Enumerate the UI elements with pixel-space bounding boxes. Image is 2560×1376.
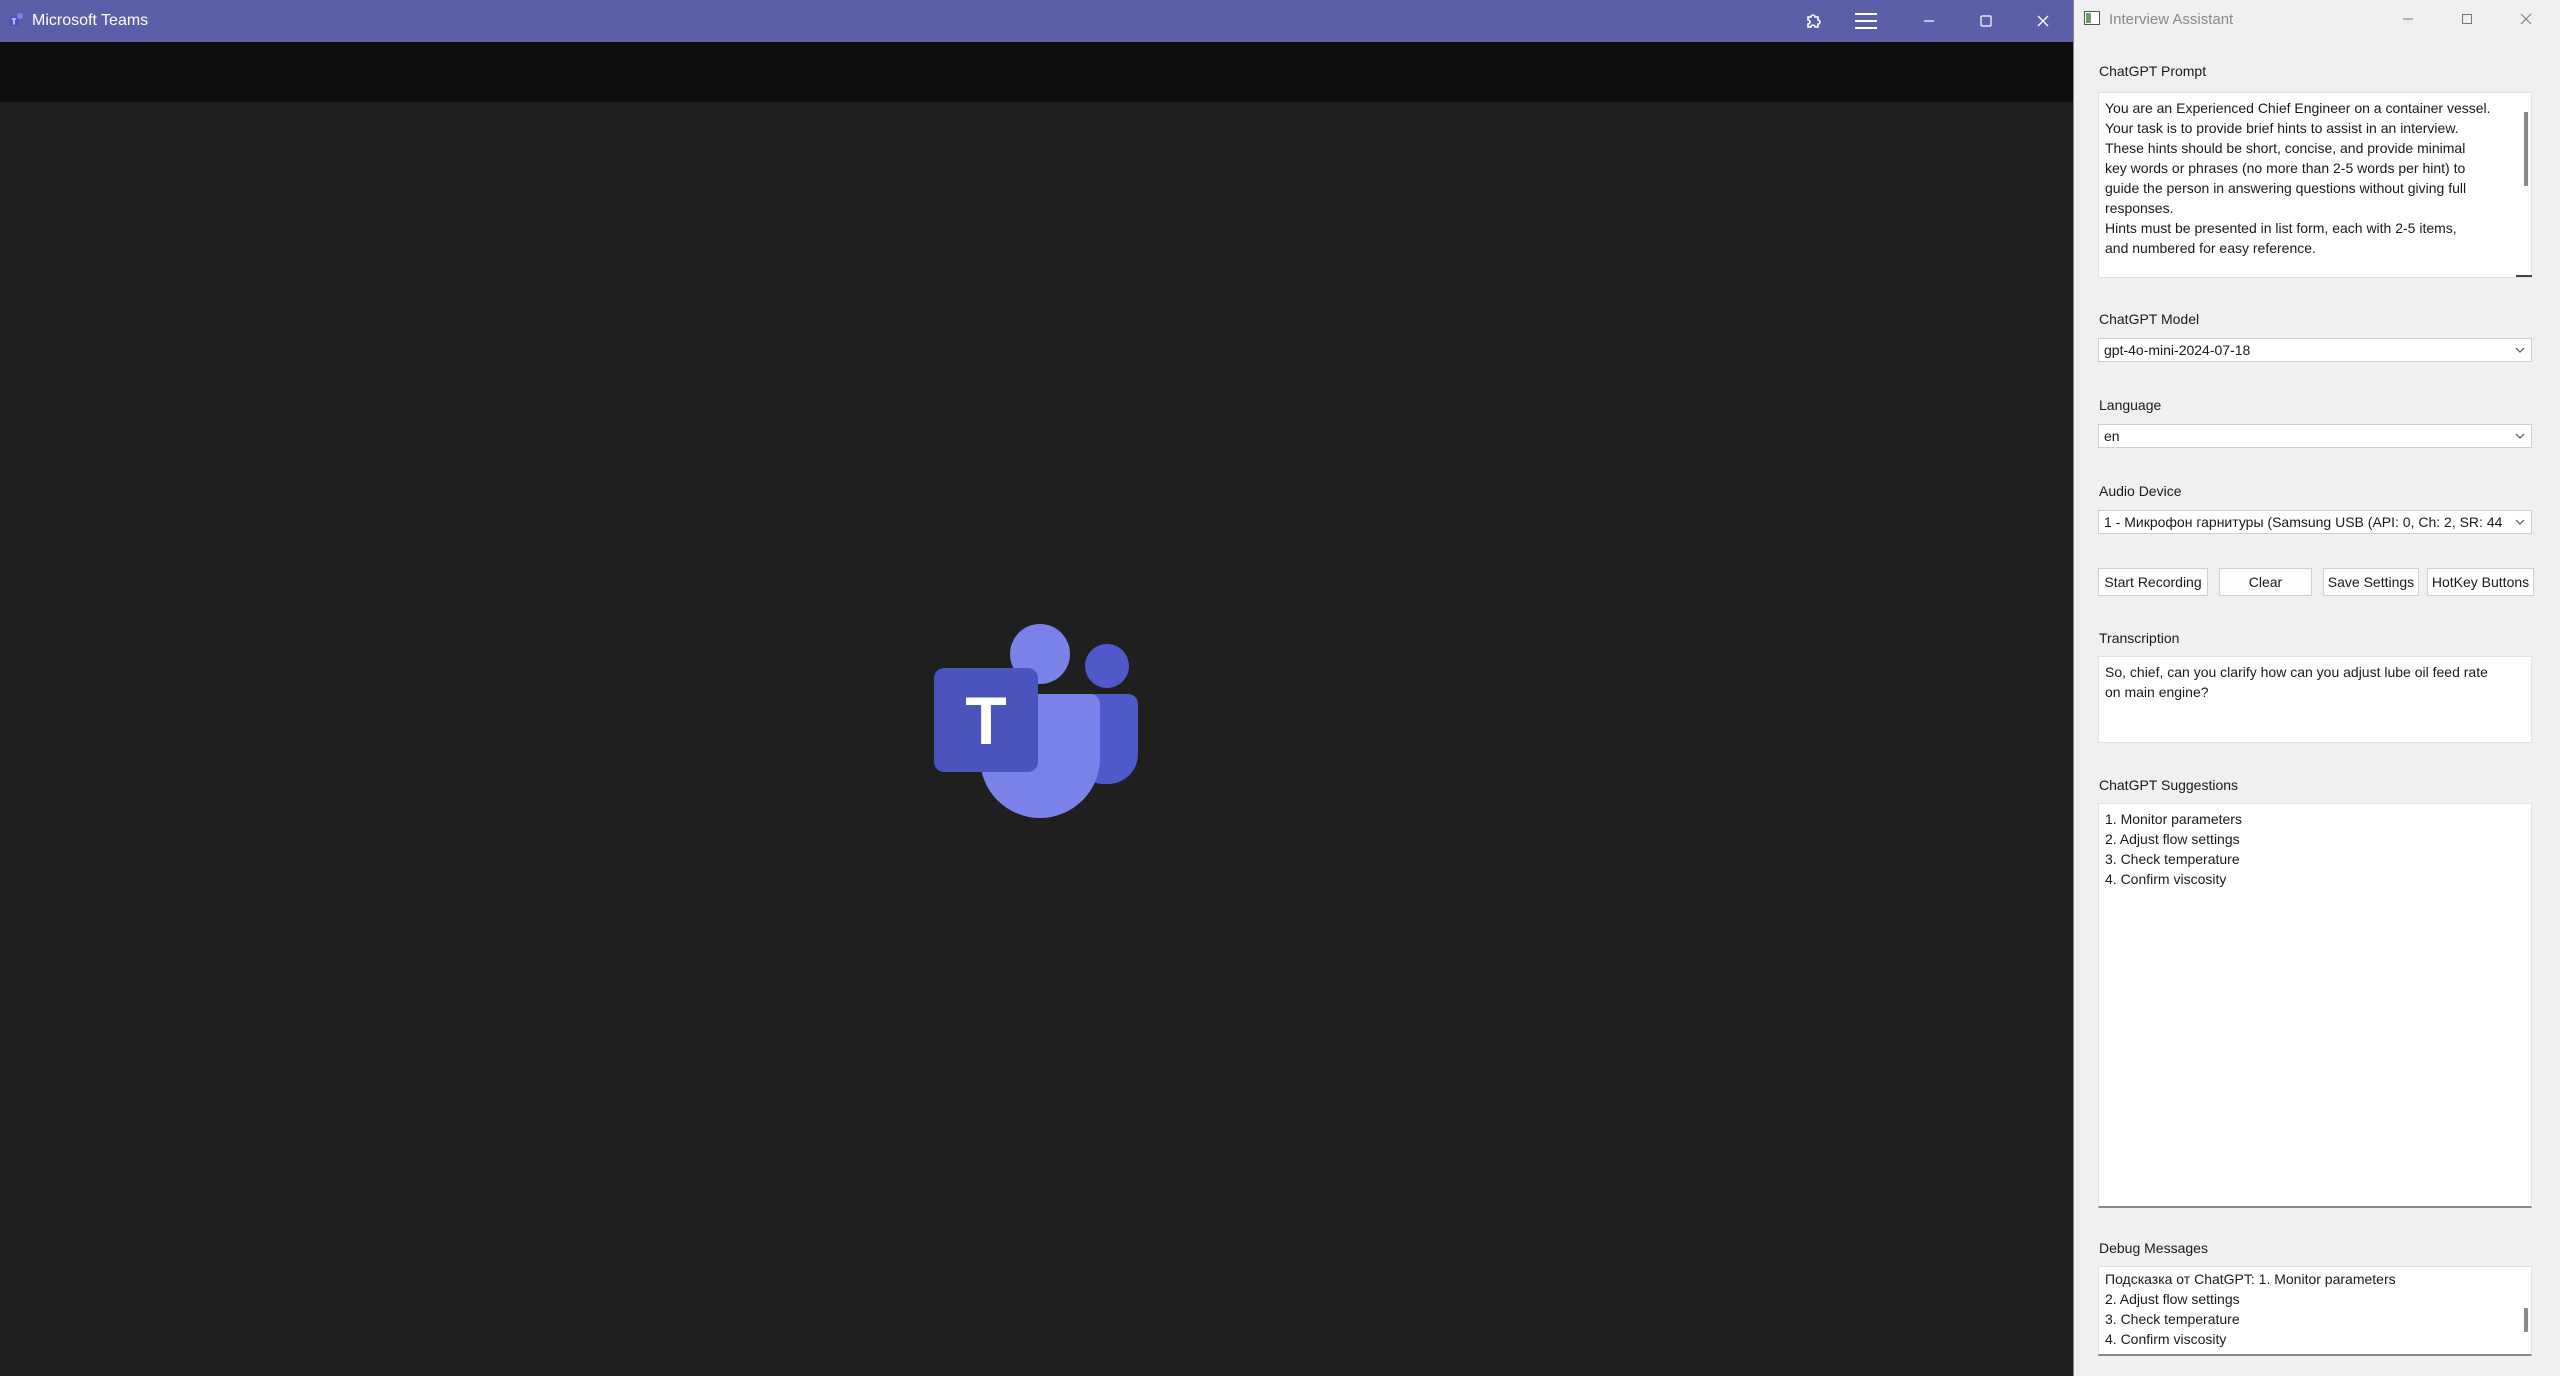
minimize-icon [2403,18,2413,20]
language-label: Language [2099,397,2162,413]
minimize-icon [1924,20,1934,22]
hamburger-icon [1855,13,1877,29]
prompt-textarea[interactable]: You are an Experienced Chief Engineer on… [2098,92,2532,278]
close-icon [2037,15,2049,27]
chevron-down-icon [2515,347,2525,353]
transcription-textarea[interactable]: So, chief, can you clarify how can you a… [2098,656,2532,743]
minimize-button[interactable] [1913,6,1945,36]
teams-window: T Microsoft Teams T [0,0,2073,1376]
close-icon [2520,13,2532,25]
start-recording-button[interactable]: Start Recording [2098,568,2208,596]
teams-titlebar: T Microsoft Teams [0,0,2073,42]
prompt-scrollbar[interactable] [2524,112,2528,186]
chevron-down-icon [2515,519,2525,525]
debug-scrollbar[interactable] [2524,1308,2528,1332]
suggestions-textarea[interactable]: 1. Monitor parameters 2. Adjust flow set… [2098,803,2532,1208]
teams-topbar [0,42,2073,102]
language-select-value: en [2104,428,2120,444]
window-title: Interview Assistant [2109,11,2234,28]
menu-button[interactable] [1850,6,1882,36]
maximize-icon [1980,15,1992,27]
interview-assistant-window: Interview Assistant ChatGPT Prompt You a… [2073,0,2560,1376]
audio-device-label: Audio Device [2099,483,2182,499]
extensions-button[interactable] [1798,6,1830,36]
suggestions-label: ChatGPT Suggestions [2099,777,2239,793]
teams-logo-letter: T [965,683,1007,759]
debug-textarea[interactable]: Подсказка от ChatGPT: 1. Monitor paramet… [2098,1266,2532,1356]
model-select-value: gpt-4o-mini-2024-07-18 [2104,342,2251,358]
save-settings-button[interactable]: Save Settings [2323,568,2419,596]
puzzle-icon [1807,14,1821,28]
maximize-icon [2462,14,2472,24]
app-window-icon [2084,11,2100,25]
window-title: Microsoft Teams [32,12,149,29]
audio-device-select[interactable]: 1 - Микрофон гарнитуры (Samsung USB (API… [2098,510,2532,534]
maximize-button[interactable] [2449,4,2485,34]
clear-button[interactable]: Clear [2219,568,2312,596]
transcription-label: Transcription [2099,630,2180,646]
hotkey-buttons-button[interactable]: HotKey Buttons [2427,568,2534,596]
audio-device-select-value: 1 - Микрофон гарнитуры (Samsung USB (API… [2104,514,2503,530]
debug-label: Debug Messages [2099,1240,2208,1256]
close-button[interactable] [2027,6,2059,36]
assistant-titlebar: Interview Assistant [2074,0,2560,38]
teams-logo: T [934,624,1138,818]
teams-app-icon: T [9,13,23,27]
prompt-label: ChatGPT Prompt [2099,63,2207,79]
language-select[interactable]: en [2098,424,2532,448]
close-button[interactable] [2508,4,2544,34]
model-label: ChatGPT Model [2099,311,2200,327]
svg-text:T: T [12,18,17,27]
chevron-down-icon [2515,433,2525,439]
model-select[interactable]: gpt-4o-mini-2024-07-18 [2098,338,2532,362]
prompt-resize-grip[interactable] [2516,275,2532,277]
minimize-button[interactable] [2390,4,2426,34]
maximize-button[interactable] [1970,6,2002,36]
